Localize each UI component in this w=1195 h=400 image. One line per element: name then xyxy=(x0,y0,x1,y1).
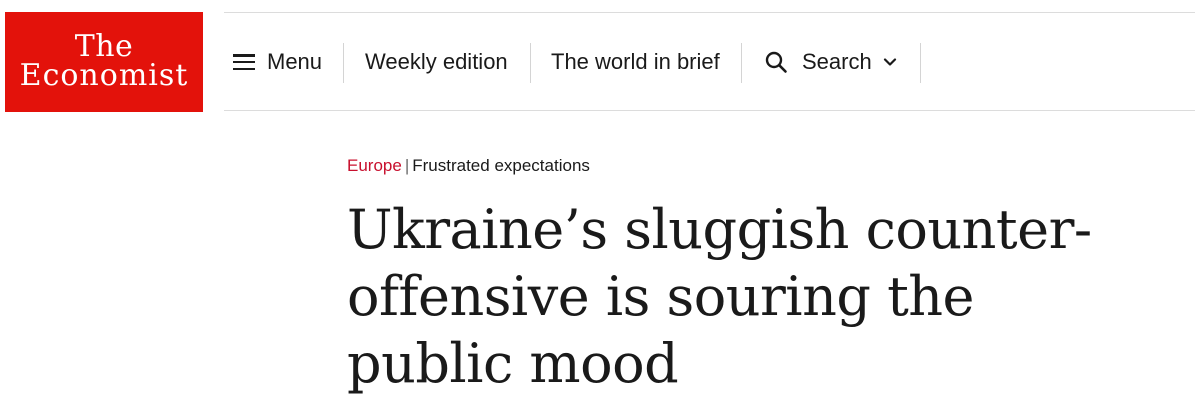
logo-line-1: The xyxy=(74,29,134,64)
article-header: Europe | Frustrated expectations Ukraine’s… xyxy=(347,152,1147,397)
menu-icon xyxy=(233,54,255,70)
search-label: Search xyxy=(802,49,872,74)
nav-divider xyxy=(741,43,742,83)
logo-line-2: Economist xyxy=(19,58,189,93)
article-headline: Ukraine’s sluggish counter-offensive is … xyxy=(347,198,1092,395)
nav-divider xyxy=(530,43,531,83)
search-button[interactable]: Search xyxy=(764,42,898,82)
section-link[interactable]: Europe xyxy=(347,156,402,175)
menu-button[interactable]: Menu xyxy=(233,42,322,82)
search-icon xyxy=(765,51,787,73)
world-in-brief-label: The world in brief xyxy=(551,49,720,74)
chevron-down-icon xyxy=(883,58,896,66)
article-rubric: Europe | Frustrated expectations xyxy=(347,152,1147,180)
weekly-edition-link[interactable]: Weekly edition xyxy=(365,42,508,82)
top-navigation: Menu Weekly edition The world in brief S… xyxy=(224,12,1195,111)
economist-logo[interactable]: The Economist xyxy=(5,12,203,112)
rubric-separator: | xyxy=(404,156,410,175)
world-in-brief-link[interactable]: The world in brief xyxy=(551,42,720,82)
fly-title: Frustrated expectations xyxy=(412,156,590,175)
nav-divider xyxy=(343,43,344,83)
weekly-edition-label: Weekly edition xyxy=(365,49,508,74)
nav-divider xyxy=(920,43,921,83)
menu-label: Menu xyxy=(267,49,323,74)
